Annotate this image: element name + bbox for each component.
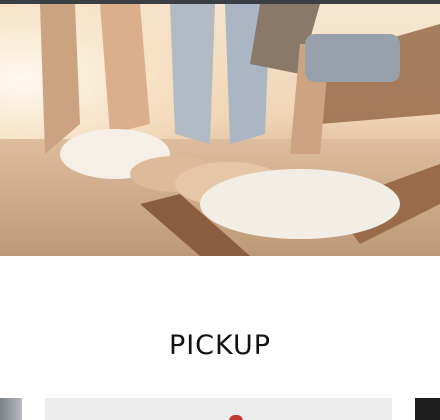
carousel-prev-slide[interactable]	[0, 398, 22, 420]
hero-image	[0, 4, 440, 256]
pickup-heading: PICKUP	[168, 330, 272, 361]
carousel-next-slide[interactable]	[415, 398, 440, 420]
product-image-icon	[229, 415, 243, 420]
pickup-carousel[interactable]	[0, 398, 440, 420]
carousel-current-slide[interactable]	[45, 398, 392, 420]
